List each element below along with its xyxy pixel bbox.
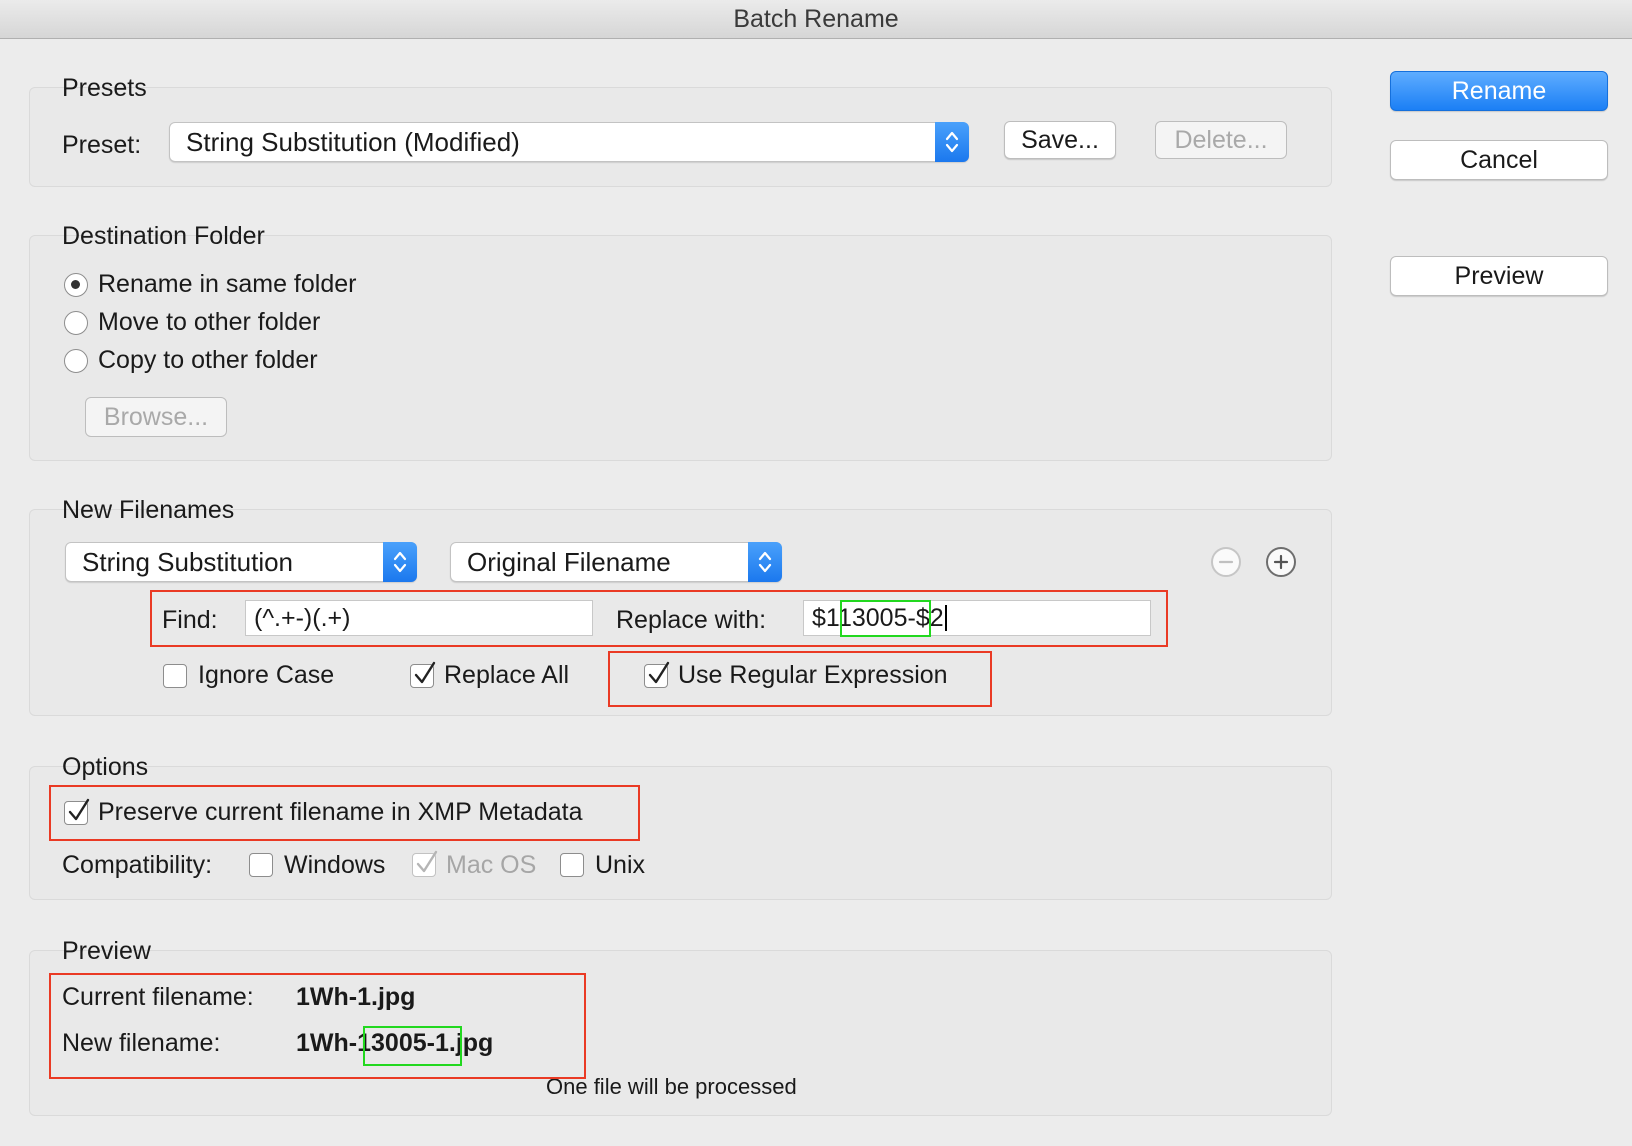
macos-label: Mac OS (446, 851, 537, 879)
preset-label: Preset: (62, 131, 142, 159)
chevron-updown-icon (383, 542, 417, 582)
use-regex-highlight-box (608, 651, 992, 707)
title-bar: Batch Rename (0, 0, 1632, 39)
delete-preset-button[interactable]: Delete... (1155, 121, 1287, 159)
rename-same-folder-radio[interactable] (64, 273, 88, 297)
new-filenames-section-label: New Filenames (62, 496, 235, 524)
rename-button[interactable]: Rename (1390, 71, 1608, 111)
replace-text-highlight-box (840, 600, 931, 637)
chevron-updown-icon (748, 542, 782, 582)
destination-section-label: Destination Folder (62, 222, 265, 250)
unix-checkbox[interactable] (560, 853, 584, 877)
replace-all-label: Replace All (444, 661, 570, 689)
checkmark-icon (414, 661, 436, 684)
ignore-case-checkbox[interactable] (163, 664, 187, 688)
presets-section-label: Presets (62, 74, 147, 102)
rename-same-folder-label: Rename in same folder (98, 270, 357, 298)
ignore-case-label: Ignore Case (198, 661, 335, 689)
cancel-button[interactable]: Cancel (1390, 140, 1608, 180)
preview-filenames-highlight-box (49, 973, 586, 1079)
browse-button[interactable]: Browse... (85, 397, 227, 437)
preset-select[interactable]: String Substitution (Modified) (169, 122, 969, 162)
copy-other-folder-label: Copy to other folder (98, 346, 318, 374)
options-section-label: Options (62, 753, 149, 781)
rename-method-value: String Substitution (82, 547, 294, 577)
preserve-filename-highlight-box (49, 785, 640, 841)
find-replace-highlight-box (150, 590, 1168, 647)
move-other-folder-label: Move to other folder (98, 308, 321, 336)
unix-label: Unix (595, 851, 646, 879)
plus-icon (1273, 554, 1289, 570)
copy-other-folder-radio[interactable] (64, 349, 88, 373)
macos-checkbox[interactable] (412, 850, 438, 877)
add-rule-button[interactable] (1266, 547, 1296, 577)
rename-method-select[interactable]: String Substitution (65, 542, 417, 582)
windows-checkbox[interactable] (249, 853, 273, 877)
move-other-folder-radio[interactable] (64, 311, 88, 335)
windows-label: Windows (284, 851, 386, 879)
remove-rule-button[interactable] (1211, 547, 1241, 577)
checkmark-icon (416, 850, 438, 873)
preview-button[interactable]: Preview (1390, 256, 1608, 296)
chevron-updown-icon (935, 122, 969, 162)
filename-source-value: Original Filename (467, 547, 671, 577)
new-filename-highlight-box (363, 1026, 462, 1066)
minus-icon (1218, 560, 1234, 564)
preset-select-value: String Substitution (Modified) (186, 127, 520, 157)
compatibility-label: Compatibility: (62, 851, 213, 879)
filename-source-select[interactable]: Original Filename (450, 542, 782, 582)
save-preset-button[interactable]: Save... (1004, 121, 1116, 159)
window-title: Batch Rename (733, 5, 899, 33)
replace-all-checkbox[interactable] (410, 661, 436, 688)
preview-section-label: Preview (62, 937, 151, 965)
